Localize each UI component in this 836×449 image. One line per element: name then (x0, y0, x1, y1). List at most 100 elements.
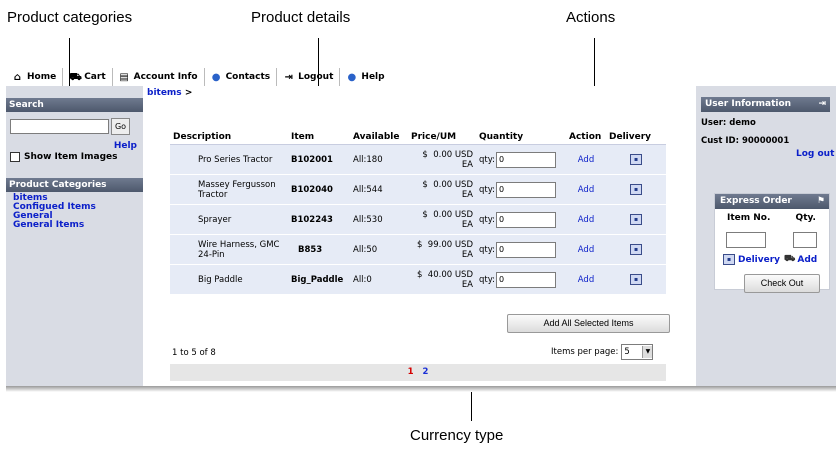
nav-account-info[interactable]: ▤ Account Info (113, 68, 205, 86)
user-info-panel-title: User Information ⇥ (701, 97, 830, 112)
item-no-label: Item No. (727, 213, 771, 223)
delivery-icon[interactable]: ▪ (630, 154, 642, 165)
logout-link[interactable]: Log out (796, 149, 834, 159)
delivery-icon: ▪ (723, 254, 735, 265)
row-quantity: qty: 0 (476, 234, 566, 265)
add-link[interactable]: Add (566, 234, 606, 265)
callout-currency-type: Currency type (410, 427, 504, 444)
account-icon: ▤ (119, 71, 129, 83)
callout-actions: Actions (566, 9, 616, 26)
nav-contacts[interactable]: ● Contacts (205, 68, 278, 86)
header-quantity[interactable]: Quantity (476, 130, 566, 145)
express-add-link[interactable]: Add (797, 255, 817, 265)
header-action: Action (566, 130, 606, 145)
row-description: Sprayer (170, 204, 288, 235)
category-item[interactable]: General Items (13, 221, 143, 230)
nav-logout[interactable]: ⇥ Logout (277, 68, 341, 86)
breadcrumb-link[interactable]: bitems (147, 88, 182, 98)
main-content: bitems > Description Item Available Pric… (143, 86, 696, 386)
row-delivery: ▪ (606, 234, 666, 265)
quantity-input[interactable]: 0 (496, 271, 557, 288)
row-price: $ 0.00 USD EA (408, 204, 476, 235)
top-navigation: ⌂ Home ⛟ Cart ▤ Account Info ● Contacts ⇥ Log… (6, 68, 391, 86)
items-per-page-label: Items per page: (551, 347, 619, 357)
search-panel-title: Search (6, 98, 143, 112)
qty-label: Qty. (795, 213, 816, 223)
row-description: Pro Series Tractor (170, 144, 288, 175)
logout-icon: ⇥ (284, 71, 293, 83)
check-out-button[interactable]: Check Out (744, 274, 820, 293)
row-delivery: ▪ (606, 204, 666, 235)
categories-panel-title: Product Categories (6, 178, 143, 192)
left-sidebar: Search Go Help Show Item Images Product … (6, 86, 144, 386)
breadcrumb-separator: > (184, 88, 193, 98)
row-price: $ 0.00 USD EA (408, 174, 476, 205)
cart-icon: ⛟ (784, 254, 796, 264)
exit-icon[interactable]: ⇥ (818, 97, 826, 112)
show-images-checkbox[interactable] (10, 152, 20, 162)
header-description[interactable]: Description (170, 130, 288, 145)
row-price: $ 40.00 USD EA (408, 264, 476, 295)
row-item-code[interactable]: B853 (288, 234, 350, 265)
frame-shadow (6, 386, 836, 392)
express-item-input[interactable] (726, 232, 766, 248)
help-link[interactable]: Help (6, 141, 137, 151)
delivery-icon[interactable]: ▪ (630, 274, 642, 285)
row-price: $ 0.00 USD EA (408, 144, 476, 175)
add-all-selected-button[interactable]: Add All Selected Items (507, 314, 670, 333)
header-available[interactable]: Available (350, 130, 408, 145)
add-link[interactable]: Add (566, 144, 606, 175)
pager-range: 1 to 5 of 8 (172, 348, 216, 358)
add-link[interactable]: Add (566, 204, 606, 235)
table-row: Wire Harness, GMC 24-Pin B853 All:50 $ 9… (170, 234, 666, 265)
go-button[interactable]: Go (111, 118, 130, 135)
help-icon: ● (347, 71, 357, 83)
row-quantity: qty: 0 (476, 144, 566, 175)
page-link[interactable]: 2 (422, 367, 428, 377)
home-icon: ⌂ (13, 71, 22, 83)
callout-product-categories: Product categories (7, 9, 133, 26)
delivery-icon[interactable]: ▪ (630, 214, 642, 225)
express-delivery-link[interactable]: Delivery (738, 255, 780, 265)
contacts-icon: ● (211, 71, 221, 83)
row-item-code[interactable]: B102001 (288, 144, 350, 175)
header-price[interactable]: Price/UM (408, 130, 476, 145)
express-qty-input[interactable] (793, 232, 817, 248)
search-input[interactable] (10, 119, 109, 134)
row-item-code[interactable]: B102040 (288, 174, 350, 205)
pagination: 1 2 (170, 364, 666, 381)
quantity-input[interactable]: 0 (496, 181, 557, 198)
express-order-title: Express Order ⚑ (715, 194, 829, 209)
delivery-icon[interactable]: ▪ (630, 244, 642, 255)
express-links: ▪ Delivery ⛟ Add (723, 254, 817, 265)
nav-home[interactable]: ⌂ Home (6, 68, 64, 86)
chevron-down-icon: ▼ (642, 346, 653, 358)
quantity-input[interactable]: 0 (496, 241, 557, 258)
table-row: Pro Series Tractor B102001 All:180 $ 0.0… (170, 144, 666, 175)
product-grid: Description Item Available Price/UM Quan… (170, 130, 666, 295)
quantity-input[interactable]: 0 (496, 151, 557, 168)
row-description: Big Paddle (170, 264, 288, 295)
row-item-code[interactable]: B102243 (288, 204, 350, 235)
row-quantity: qty: 0 (476, 174, 566, 205)
table-row: Massey Fergusson Tractor B102040 All:544… (170, 174, 666, 205)
add-link[interactable]: Add (566, 174, 606, 205)
row-item-code[interactable]: Big_Paddle (288, 264, 350, 295)
row-delivery: ▪ (606, 264, 666, 295)
nav-cart[interactable]: ⛟ Cart (63, 68, 113, 86)
row-available: All:180 (350, 144, 408, 175)
add-link[interactable]: Add (566, 264, 606, 295)
express-labels: Item No. Qty. (727, 213, 816, 223)
quantity-input[interactable]: 0 (496, 211, 557, 228)
row-delivery: ▪ (606, 174, 666, 205)
row-description: Massey Fergusson Tractor (170, 174, 288, 205)
page-link[interactable]: 1 (408, 367, 414, 377)
customer-id: Cust ID: 90000001 (701, 136, 790, 146)
nav-help[interactable]: ● Help (340, 68, 390, 86)
callout-product-details: Product details (251, 9, 351, 26)
items-per-page: Items per page: 5 ▼ (551, 344, 654, 360)
delivery-icon[interactable]: ▪ (630, 184, 642, 195)
items-per-page-select[interactable]: 5 ▼ (621, 344, 654, 360)
row-price: $ 99.00 USD EA (408, 234, 476, 265)
header-item[interactable]: Item (288, 130, 350, 145)
